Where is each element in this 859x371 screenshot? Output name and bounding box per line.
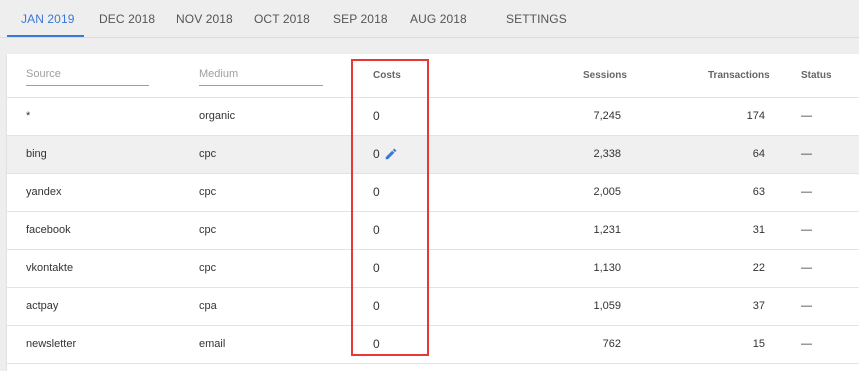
status-cell: — bbox=[801, 148, 812, 160]
sessions-column-header[interactable]: Sessions bbox=[583, 70, 627, 81]
sessions-cell: 1,130 bbox=[593, 262, 621, 274]
active-tab-indicator bbox=[7, 35, 84, 37]
transactions-column-header[interactable]: Transactions bbox=[708, 70, 770, 81]
medium-cell: cpc bbox=[199, 262, 217, 274]
source-cell: bing bbox=[26, 148, 47, 160]
transactions-cell: 174 bbox=[746, 110, 765, 122]
source-cell: vkontakte bbox=[26, 262, 74, 274]
medium-cell: cpc bbox=[199, 186, 217, 198]
tab-jan-2019[interactable]: JAN 2019 bbox=[21, 12, 75, 26]
costs-cell[interactable]: 0 bbox=[373, 223, 380, 237]
medium-cell: cpc bbox=[199, 224, 217, 236]
costs-cell[interactable]: 0 bbox=[373, 299, 380, 313]
tab-nov-2018[interactable]: NOV 2018 bbox=[176, 12, 233, 26]
tab-settings[interactable]: SETTINGS bbox=[506, 12, 567, 26]
table-row[interactable]: actpay cpa 0 1,059 37 — bbox=[7, 288, 859, 326]
costs-cell[interactable]: 0 bbox=[373, 337, 380, 351]
pencil-icon[interactable] bbox=[384, 147, 398, 161]
source-cell: newsletter bbox=[26, 338, 77, 350]
status-cell: — bbox=[801, 262, 812, 274]
medium-cell: cpc bbox=[199, 148, 217, 160]
costs-cell[interactable]: 0 bbox=[373, 261, 380, 275]
sessions-cell: 7,245 bbox=[593, 110, 621, 122]
medium-cell: organic bbox=[199, 110, 236, 122]
source-cell: * bbox=[26, 110, 31, 122]
sessions-cell: 2,005 bbox=[593, 186, 621, 198]
status-cell: — bbox=[801, 300, 812, 312]
tab-aug-2018[interactable]: AUG 2018 bbox=[410, 12, 467, 26]
transactions-cell: 22 bbox=[752, 262, 765, 274]
sessions-cell: 1,231 bbox=[593, 224, 621, 236]
sessions-cell: 2,338 bbox=[593, 148, 621, 160]
table-row[interactable]: newsletter email 0 762 15 — bbox=[7, 326, 859, 364]
source-cell: yandex bbox=[26, 186, 62, 198]
source-filter-input[interactable]: Source bbox=[26, 68, 61, 80]
medium-filter-input[interactable]: Medium bbox=[199, 68, 238, 80]
costs-column-header[interactable]: Costs bbox=[373, 70, 401, 81]
tab-oct-2018[interactable]: OCT 2018 bbox=[254, 12, 310, 26]
transactions-cell: 64 bbox=[752, 148, 765, 160]
transactions-cell: 63 bbox=[752, 186, 765, 198]
transactions-cell: 31 bbox=[752, 224, 765, 236]
costs-cell[interactable]: 0 bbox=[373, 185, 380, 199]
status-cell: — bbox=[801, 186, 812, 198]
table-row[interactable]: vkontakte cpc 0 1,130 22 — bbox=[7, 250, 859, 288]
tab-sep-2018[interactable]: SEP 2018 bbox=[333, 12, 388, 26]
month-tabs: JAN 2019 DEC 2018 NOV 2018 OCT 2018 SEP … bbox=[0, 0, 859, 38]
table-row[interactable]: * organic 0 7,245 174 — bbox=[7, 98, 859, 136]
data-table: Source Medium Costs Sessions Transaction… bbox=[7, 54, 859, 371]
status-column-header[interactable]: Status bbox=[801, 70, 832, 81]
status-cell: — bbox=[801, 110, 812, 122]
source-filter-underline bbox=[26, 85, 149, 86]
sessions-cell: 1,059 bbox=[593, 300, 621, 312]
status-cell: — bbox=[801, 224, 812, 236]
table-header: Source Medium Costs Sessions Transaction… bbox=[7, 54, 859, 98]
medium-filter-underline bbox=[199, 85, 323, 86]
source-cell: facebook bbox=[26, 224, 71, 236]
transactions-cell: 15 bbox=[752, 338, 765, 350]
medium-cell: cpa bbox=[199, 300, 217, 312]
source-cell: actpay bbox=[26, 300, 59, 312]
table-row[interactable]: yandex cpc 0 2,005 63 — bbox=[7, 174, 859, 212]
status-cell: — bbox=[801, 338, 812, 350]
costs-cell[interactable]: 0 bbox=[373, 109, 380, 123]
costs-cell[interactable]: 0 bbox=[373, 147, 380, 161]
table-row[interactable]: facebook cpc 0 1,231 31 — bbox=[7, 212, 859, 250]
sessions-cell: 762 bbox=[602, 338, 621, 350]
medium-cell: email bbox=[199, 338, 226, 350]
table-row[interactable]: bing cpc 0 2,338 64 — bbox=[7, 136, 859, 174]
tab-dec-2018[interactable]: DEC 2018 bbox=[99, 12, 155, 26]
transactions-cell: 37 bbox=[752, 300, 765, 312]
